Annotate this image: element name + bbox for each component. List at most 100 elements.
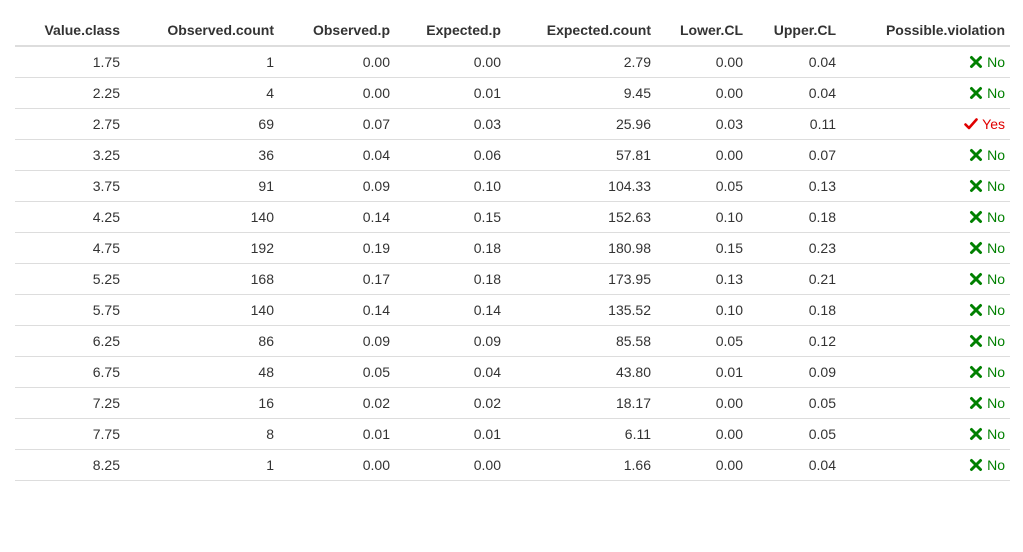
cell-expected-p: 0.02: [395, 387, 506, 419]
cell-observed-count: 48: [125, 356, 279, 388]
cell-expected-count: 25.96: [506, 108, 656, 140]
cell-observed-count: 140: [125, 201, 279, 233]
violation-label: No: [987, 426, 1005, 442]
cross-icon: [969, 241, 983, 255]
column-header-upper-cl: Upper.CL: [748, 14, 841, 47]
violation-label: No: [987, 54, 1005, 70]
cell-possible-violation: No: [841, 294, 1010, 326]
table-row: 7.75 8 0.01 0.01 6.11 0.00 0.05 No: [15, 418, 1010, 450]
cell-expected-count: 180.98: [506, 232, 656, 264]
cross-icon: [969, 334, 983, 348]
violation-label: Yes: [982, 116, 1005, 132]
cell-expected-p: 0.01: [395, 77, 506, 109]
cell-possible-violation: No: [841, 449, 1010, 481]
cell-upper-cl: 0.09: [748, 356, 841, 388]
cell-observed-p: 0.05: [279, 356, 395, 388]
cell-expected-count: 152.63: [506, 201, 656, 233]
column-header-possible-violation: Possible.violation: [841, 14, 1010, 47]
cross-icon: [969, 148, 983, 162]
cell-expected-count: 57.81: [506, 139, 656, 171]
cell-possible-violation: No: [841, 263, 1010, 295]
cell-expected-p: 0.14: [395, 294, 506, 326]
column-header-expected-count: Expected.count: [506, 14, 656, 47]
cell-value-class: 7.25: [15, 387, 125, 419]
table-header-row: Value.class Observed.count Observed.p Expec…: [15, 14, 1010, 47]
cell-observed-p: 0.19: [279, 232, 395, 264]
cell-upper-cl: 0.21: [748, 263, 841, 295]
cell-possible-violation: No: [841, 418, 1010, 450]
violation-label: No: [987, 178, 1005, 194]
cell-observed-p: 0.09: [279, 325, 395, 357]
cell-expected-count: 1.66: [506, 449, 656, 481]
cell-expected-count: 9.45: [506, 77, 656, 109]
column-header-observed-count: Observed.count: [125, 14, 279, 47]
cell-observed-count: 91: [125, 170, 279, 202]
table-row: 3.25 36 0.04 0.06 57.81 0.00 0.07 No: [15, 139, 1010, 171]
cell-value-class: 2.25: [15, 77, 125, 109]
table-row: 8.25 1 0.00 0.00 1.66 0.00 0.04 No: [15, 449, 1010, 481]
column-header-observed-p: Observed.p: [279, 14, 395, 47]
cell-observed-p: 0.04: [279, 139, 395, 171]
cell-observed-count: 168: [125, 263, 279, 295]
cell-value-class: 1.75: [15, 46, 125, 78]
cell-expected-count: 18.17: [506, 387, 656, 419]
results-table-container: Value.class Observed.count Observed.p Expec…: [15, 14, 1010, 481]
table-row: 5.75 140 0.14 0.14 135.52 0.10 0.18 No: [15, 294, 1010, 326]
cell-upper-cl: 0.18: [748, 201, 841, 233]
column-header-value-class: Value.class: [15, 14, 125, 47]
table-row: 6.75 48 0.05 0.04 43.80 0.01 0.09 No: [15, 356, 1010, 388]
cell-expected-p: 0.04: [395, 356, 506, 388]
cell-expected-p: 0.06: [395, 139, 506, 171]
cell-upper-cl: 0.18: [748, 294, 841, 326]
cell-observed-count: 16: [125, 387, 279, 419]
cell-value-class: 5.75: [15, 294, 125, 326]
cell-expected-p: 0.01: [395, 418, 506, 450]
cross-icon: [969, 396, 983, 410]
cell-expected-p: 0.03: [395, 108, 506, 140]
cell-expected-p: 0.18: [395, 263, 506, 295]
cell-lower-cl: 0.01: [656, 356, 748, 388]
cell-lower-cl: 0.00: [656, 387, 748, 419]
violation-label: No: [987, 333, 1005, 349]
violation-label: No: [987, 147, 1005, 163]
table-row: 4.25 140 0.14 0.15 152.63 0.10 0.18 No: [15, 201, 1010, 233]
cell-value-class: 7.75: [15, 418, 125, 450]
violation-label: No: [987, 209, 1005, 225]
cross-icon: [969, 179, 983, 193]
cell-upper-cl: 0.05: [748, 418, 841, 450]
violation-label: No: [987, 395, 1005, 411]
cross-icon: [969, 303, 983, 317]
cell-expected-p: 0.18: [395, 232, 506, 264]
cell-lower-cl: 0.00: [656, 418, 748, 450]
cross-icon: [969, 55, 983, 69]
cross-icon: [969, 458, 983, 472]
cell-lower-cl: 0.00: [656, 139, 748, 171]
cell-possible-violation: No: [841, 201, 1010, 233]
cell-value-class: 6.75: [15, 356, 125, 388]
cell-lower-cl: 0.05: [656, 170, 748, 202]
table-row: 3.75 91 0.09 0.10 104.33 0.05 0.13 No: [15, 170, 1010, 202]
cell-observed-p: 0.09: [279, 170, 395, 202]
table-row: 2.75 69 0.07 0.03 25.96 0.03 0.11 Yes: [15, 108, 1010, 140]
cross-icon: [969, 272, 983, 286]
table-row: 7.25 16 0.02 0.02 18.17 0.00 0.05 No: [15, 387, 1010, 419]
cell-observed-count: 1: [125, 46, 279, 78]
table-body: 1.75 1 0.00 0.00 2.79 0.00 0.04 No 2.25 4 0.00 0.01…: [15, 46, 1010, 481]
table-row: 2.25 4 0.00 0.01 9.45 0.00 0.04 No: [15, 77, 1010, 109]
cell-expected-count: 85.58: [506, 325, 656, 357]
cell-possible-violation: No: [841, 77, 1010, 109]
cell-observed-p: 0.00: [279, 77, 395, 109]
cell-expected-count: 104.33: [506, 170, 656, 202]
cross-icon: [969, 210, 983, 224]
cell-upper-cl: 0.23: [748, 232, 841, 264]
cell-observed-p: 0.14: [279, 294, 395, 326]
cell-value-class: 4.75: [15, 232, 125, 264]
cell-observed-p: 0.17: [279, 263, 395, 295]
cell-upper-cl: 0.07: [748, 139, 841, 171]
cell-observed-count: 1: [125, 449, 279, 481]
cell-value-class: 3.25: [15, 139, 125, 171]
cell-observed-p: 0.01: [279, 418, 395, 450]
cell-value-class: 4.25: [15, 201, 125, 233]
table-row: 1.75 1 0.00 0.00 2.79 0.00 0.04 No: [15, 46, 1010, 78]
cell-expected-p: 0.00: [395, 449, 506, 481]
